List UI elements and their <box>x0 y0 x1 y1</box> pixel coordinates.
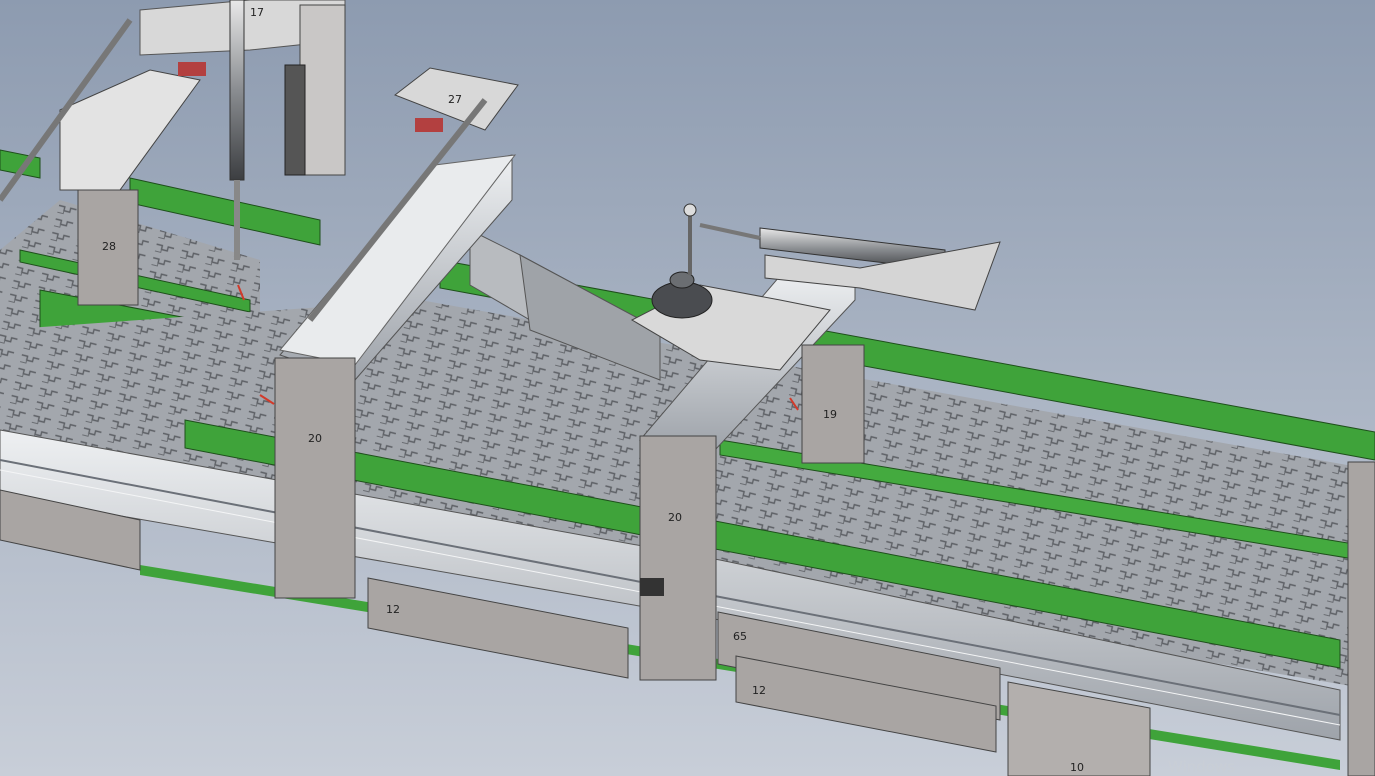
plate-label: 20 <box>308 432 322 445</box>
watermark-text: Windows <box>1168 758 1235 776</box>
red-block <box>415 118 443 132</box>
plate-label: 20 <box>668 511 682 524</box>
vertical-bracket-20[interactable] <box>274 357 356 599</box>
assembly-drawing[interactable]: 12 65 12 10 17 28 27 20 20 19 Windows <box>0 0 1375 776</box>
pneumatic-cylinder-rod <box>234 180 240 260</box>
plate-label: 12 <box>386 603 400 616</box>
vertical-bracket-19[interactable] <box>801 344 865 464</box>
plate-label: 27 <box>448 93 462 106</box>
plate-label: 10 <box>1070 761 1084 774</box>
end-bracket <box>1347 461 1375 776</box>
upright-plate <box>299 4 346 176</box>
plate-label: 12 <box>752 684 766 697</box>
cad-viewport[interactable]: 12 65 12 10 17 28 27 20 20 19 Windows <box>0 0 1375 776</box>
sensor <box>640 578 664 596</box>
pneumatic-cylinder-vertical[interactable] <box>229 0 245 181</box>
red-block <box>178 62 206 76</box>
linear-rail <box>284 64 306 176</box>
vertical-bracket-20-center[interactable] <box>639 435 717 681</box>
plate-label: 28 <box>102 240 116 253</box>
plate-label: 17 <box>250 6 264 19</box>
plate-label: 19 <box>823 408 837 421</box>
plate-label: 65 <box>733 630 747 643</box>
